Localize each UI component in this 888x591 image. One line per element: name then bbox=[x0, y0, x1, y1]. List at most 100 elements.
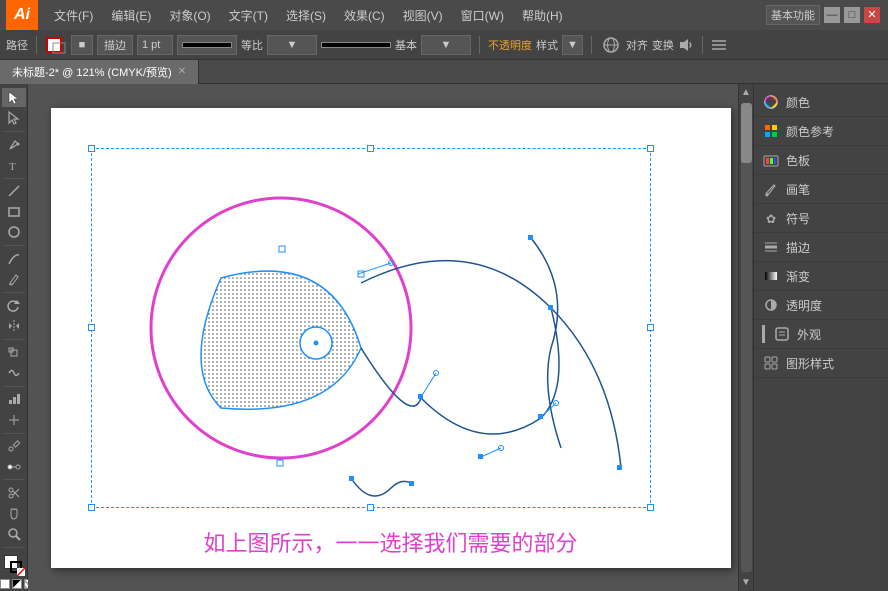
blend-tool[interactable] bbox=[2, 457, 26, 476]
options-icon[interactable] bbox=[711, 37, 727, 53]
globe-icon[interactable] bbox=[600, 35, 622, 55]
panel-swatches-label: 色板 bbox=[786, 152, 810, 169]
eyedropper-tool[interactable] bbox=[2, 437, 26, 456]
scale-tool[interactable] bbox=[2, 343, 26, 362]
menu-edit[interactable]: 编辑(E) bbox=[103, 3, 159, 28]
tool-separator4 bbox=[3, 292, 25, 293]
tool-separator8 bbox=[3, 479, 25, 480]
menu-view[interactable]: 视图(V) bbox=[395, 3, 451, 28]
align-label[interactable]: 对齐 bbox=[626, 37, 648, 53]
type-tool[interactable]: T bbox=[2, 155, 26, 174]
scroll-down-btn[interactable]: ▼ bbox=[741, 574, 751, 591]
maximize-button[interactable]: □ bbox=[844, 7, 860, 23]
mesh-tool[interactable] bbox=[2, 410, 26, 429]
stroke-color-icon[interactable] bbox=[45, 35, 67, 55]
select-tool[interactable] bbox=[2, 88, 26, 107]
panel-symbol[interactable]: ✿ 符号 bbox=[754, 204, 888, 233]
line-tool[interactable] bbox=[2, 182, 26, 201]
tab-close-btn[interactable]: ✕ bbox=[178, 66, 186, 77]
panel-color-ref-label: 颜色参考 bbox=[786, 123, 834, 140]
ellipse-tool[interactable] bbox=[2, 223, 26, 242]
panel-color[interactable]: 颜色 bbox=[754, 88, 888, 117]
symbol-icon: ✿ bbox=[762, 209, 780, 227]
caption-text: 如上图所示，一一选择我们需要的部分 bbox=[203, 526, 577, 558]
toolbar-sep4 bbox=[702, 36, 703, 54]
swatches-icon bbox=[762, 151, 780, 169]
vertical-scrollbar[interactable]: ▲ ▼ bbox=[738, 84, 753, 591]
speaker-icon[interactable] bbox=[678, 37, 694, 53]
minimize-button[interactable]: — bbox=[824, 7, 840, 23]
brush-tool[interactable] bbox=[2, 249, 26, 268]
menu-file[interactable]: 文件(F) bbox=[46, 3, 101, 28]
tool-separator2 bbox=[3, 178, 25, 179]
normal-mode-btn[interactable] bbox=[0, 579, 10, 589]
panel-opacity[interactable]: 透明度 bbox=[754, 291, 888, 320]
workspace-button[interactable]: 基本功能 bbox=[766, 5, 820, 25]
pen-tool[interactable] bbox=[2, 135, 26, 154]
panel-appearance[interactable]: 外观 bbox=[754, 320, 888, 349]
toolbar-sep2 bbox=[479, 36, 480, 54]
color-icon bbox=[762, 93, 780, 111]
drawing-canvas bbox=[51, 108, 731, 568]
menu-help[interactable]: 帮助(H) bbox=[514, 3, 571, 28]
pencil-tool[interactable] bbox=[2, 270, 26, 289]
warp-tool[interactable] bbox=[2, 363, 26, 382]
scroll-up-btn[interactable]: ▲ bbox=[741, 84, 751, 101]
panel-brush[interactable]: 画笔 bbox=[754, 175, 888, 204]
titlebar-left: Ai 文件(F) 编辑(E) 对象(O) 文字(T) 选择(S) 效果(C) 视… bbox=[0, 0, 571, 30]
transform-label[interactable]: 变换 bbox=[652, 37, 674, 53]
blend-label: 等比 bbox=[241, 37, 263, 53]
tool-separator7 bbox=[3, 433, 25, 434]
base-select[interactable]: ▼ bbox=[421, 35, 471, 55]
scroll-track[interactable] bbox=[741, 103, 752, 572]
style-select[interactable]: ▼ bbox=[562, 35, 583, 55]
stroke-panel-icon bbox=[762, 238, 780, 256]
zoom-tool[interactable] bbox=[2, 524, 26, 543]
scroll-thumb[interactable] bbox=[741, 103, 752, 163]
panel-color-ref[interactable]: 颜色参考 bbox=[754, 117, 888, 146]
panel-graphic-style-label: 图形样式 bbox=[786, 355, 834, 372]
title-bar: Ai 文件(F) 编辑(E) 对象(O) 文字(T) 选择(S) 效果(C) 视… bbox=[0, 0, 888, 30]
toolbar-separator bbox=[36, 36, 37, 54]
panel-appearance-label: 外观 bbox=[797, 326, 821, 343]
close-button[interactable]: ✕ bbox=[864, 7, 880, 23]
tool-separator5 bbox=[3, 339, 25, 340]
stroke-dash-btn[interactable] bbox=[177, 35, 237, 55]
menu-object[interactable]: 对象(O) bbox=[161, 3, 218, 28]
panel-swatches[interactable]: 色板 bbox=[754, 146, 888, 175]
style-label[interactable]: 样式 bbox=[536, 37, 558, 53]
tool-separator bbox=[3, 131, 25, 132]
shape-selector[interactable]: ■ bbox=[71, 35, 93, 55]
panel-stroke[interactable]: 描边 bbox=[754, 233, 888, 262]
no-color-icon[interactable] bbox=[17, 565, 25, 573]
fill-stroke-colors[interactable] bbox=[2, 553, 26, 574]
scissors-tool[interactable] bbox=[2, 483, 26, 502]
rect-tool[interactable] bbox=[2, 202, 26, 221]
blend-select[interactable]: ▼ bbox=[267, 35, 317, 55]
appearance-icon bbox=[773, 325, 791, 343]
column-graph-tool[interactable] bbox=[2, 390, 26, 409]
gradient-mode-btn[interactable] bbox=[12, 579, 22, 589]
menu-window[interactable]: 窗口(W) bbox=[453, 3, 512, 28]
panel-gradient[interactable]: 渐变 bbox=[754, 262, 888, 291]
left-toolbar: T bbox=[0, 84, 28, 591]
gradient-icon bbox=[762, 267, 780, 285]
stroke-style-btn[interactable]: 描边 bbox=[97, 35, 133, 55]
active-indicator bbox=[762, 325, 765, 343]
panel-graphic-style[interactable]: 图形样式 bbox=[754, 349, 888, 378]
direct-select-tool[interactable] bbox=[2, 108, 26, 127]
hand-tool[interactable] bbox=[2, 504, 26, 523]
opacity-label[interactable]: 不透明度 bbox=[488, 37, 532, 53]
menu-select[interactable]: 选择(S) bbox=[278, 3, 334, 28]
tool-separator6 bbox=[3, 386, 25, 387]
document-tab[interactable]: 未标题-2* @ 121% (CMYK/预览) ✕ bbox=[0, 60, 199, 84]
stroke-width-input[interactable] bbox=[137, 35, 173, 55]
rotate-tool[interactable] bbox=[2, 296, 26, 315]
reflect-tool[interactable] bbox=[2, 316, 26, 335]
canvas-area: 如上图所示，一一选择我们需要的部分 ▲ ▼ bbox=[28, 84, 753, 591]
menu-text[interactable]: 文字(T) bbox=[221, 3, 276, 28]
panel-opacity-label: 透明度 bbox=[786, 297, 822, 314]
base-label: 基本 bbox=[395, 37, 417, 53]
menu-effect[interactable]: 效果(C) bbox=[336, 3, 393, 28]
tool-separator3 bbox=[3, 245, 25, 246]
